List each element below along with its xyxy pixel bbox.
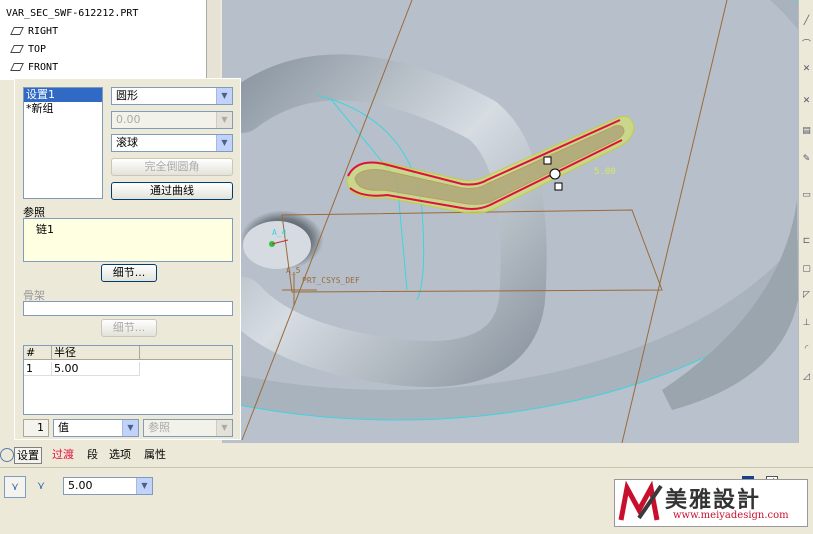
round-icon[interactable]: ◜ — [801, 344, 812, 355]
model-tree: VAR_SEC_SWF-612212.PRT RIGHT TOP FRONT — [0, 0, 210, 80]
tab-properties[interactable]: 属性 — [142, 447, 168, 464]
radius-value-select[interactable]: 5.00 ▼ — [63, 477, 153, 495]
tab-options[interactable]: 选项 — [107, 447, 133, 464]
point-index-field[interactable]: 1 — [23, 419, 49, 437]
table-header-index: # — [24, 346, 52, 360]
chevron-down-icon: ▼ — [216, 135, 232, 151]
set-mode-icon[interactable]: ⋎ — [4, 476, 26, 498]
table-header-blank — [140, 346, 232, 360]
table-cell-radius[interactable]: 5.00 — [52, 362, 140, 376]
axis-icon[interactable]: ✕ — [801, 96, 812, 107]
sketch-line-icon[interactable]: ╱ — [801, 16, 812, 27]
arc-icon[interactable]: ⌒ — [801, 40, 812, 51]
plane-icon[interactable]: ▤ — [801, 126, 812, 137]
sets-list[interactable]: 设置1 *新组 — [23, 87, 103, 199]
right-toolbar: ╱ ⌒ ✕ ✕ ▤ ✎ ▭ ⊏ ▢ ◸ ⊥ ◜ ◿ — [798, 0, 813, 443]
table-cell-index[interactable]: 1 — [24, 362, 52, 376]
chevron-down-icon: ▼ — [216, 420, 232, 436]
round-sets-panel: 设置1 *新组 圆形 ▼ 0.00 ▼ 滚球 ▼ 完全倒圆角 通过曲线 参照 链… — [14, 78, 241, 440]
tab-settings[interactable]: 设置 — [14, 447, 42, 464]
cross-section-shape-select[interactable]: 圆形 ▼ — [111, 87, 233, 105]
edit-icon[interactable]: ✎ — [801, 154, 812, 165]
dashboard-tabs: 设置 过渡 段 选项 属性 — [0, 443, 813, 467]
creation-method-select[interactable]: 滚球 ▼ — [111, 134, 233, 152]
divider-icon: ▭ — [802, 190, 811, 200]
reference-chain[interactable]: 链1 — [36, 223, 54, 236]
datum-plane-icon — [10, 63, 24, 71]
tab-pieces[interactable]: 段 — [85, 447, 100, 464]
set-item-new[interactable]: *新组 — [24, 102, 102, 116]
conic-parameter-select: 0.00 ▼ — [111, 111, 233, 129]
axis-label: A_4 — [272, 228, 287, 237]
chevron-down-icon: ▼ — [216, 112, 232, 128]
chevron-down-icon: ▼ — [136, 478, 152, 494]
chevron-down-icon: ▼ — [122, 420, 138, 436]
axis2-label: A_5 — [286, 266, 301, 275]
full-round-button: 完全倒圆角 — [111, 158, 233, 176]
datum-plane-icon — [10, 27, 24, 35]
table-header-radius: 半径 — [52, 346, 140, 360]
datum-plane-icon — [10, 45, 24, 53]
graphics-viewport[interactable]: 5.00 A_4 A_5 PRT_CSYS_DEF — [222, 0, 798, 443]
tree-root[interactable]: VAR_SEC_SWF-612212.PRT — [6, 6, 138, 22]
tree-item-front[interactable]: FRONT — [10, 60, 58, 76]
reference-type-select: 参照 ▼ — [143, 419, 233, 437]
point-icon[interactable]: ✕ — [801, 64, 812, 75]
rib-icon[interactable]: ◸ — [801, 290, 812, 301]
draft-icon[interactable]: ⊥ — [801, 318, 812, 329]
radius-table[interactable]: # 半径 1 5.00 — [23, 345, 233, 415]
set-item-selected[interactable]: 设置1 — [24, 88, 102, 102]
radius-dimension-label[interactable]: 5.00 — [594, 167, 616, 177]
chamfer-icon[interactable]: ◿ — [801, 372, 812, 383]
transition-mode-icon[interactable]: ⋎ — [30, 476, 52, 498]
tree-scrollbar[interactable] — [206, 0, 220, 80]
tab-transitions[interactable]: 过渡 — [50, 447, 76, 464]
tree-item-right[interactable]: RIGHT — [10, 24, 58, 40]
value-type-select[interactable]: 值 ▼ — [53, 419, 139, 437]
model-view — [222, 0, 798, 443]
csys-label: PRT_CSYS_DEF — [302, 276, 360, 285]
through-curve-button[interactable]: 通过曲线 — [111, 182, 233, 200]
references-collector[interactable]: 链1 — [23, 218, 233, 262]
skeleton-collector — [23, 301, 233, 316]
references-details-button[interactable]: 细节... — [101, 264, 157, 282]
skeleton-details-button: 细节... — [101, 319, 157, 337]
shell-icon[interactable]: ▢ — [801, 264, 812, 275]
watermark-logo: 美雅設計 www.meiyadesign.com — [614, 479, 808, 527]
tree-item-top[interactable]: TOP — [10, 42, 46, 58]
hole-icon[interactable]: ⊏ — [801, 236, 812, 247]
chevron-down-icon: ▼ — [216, 88, 232, 104]
sets-icon — [0, 448, 14, 462]
logo-url: www.meiyadesign.com — [673, 510, 789, 521]
